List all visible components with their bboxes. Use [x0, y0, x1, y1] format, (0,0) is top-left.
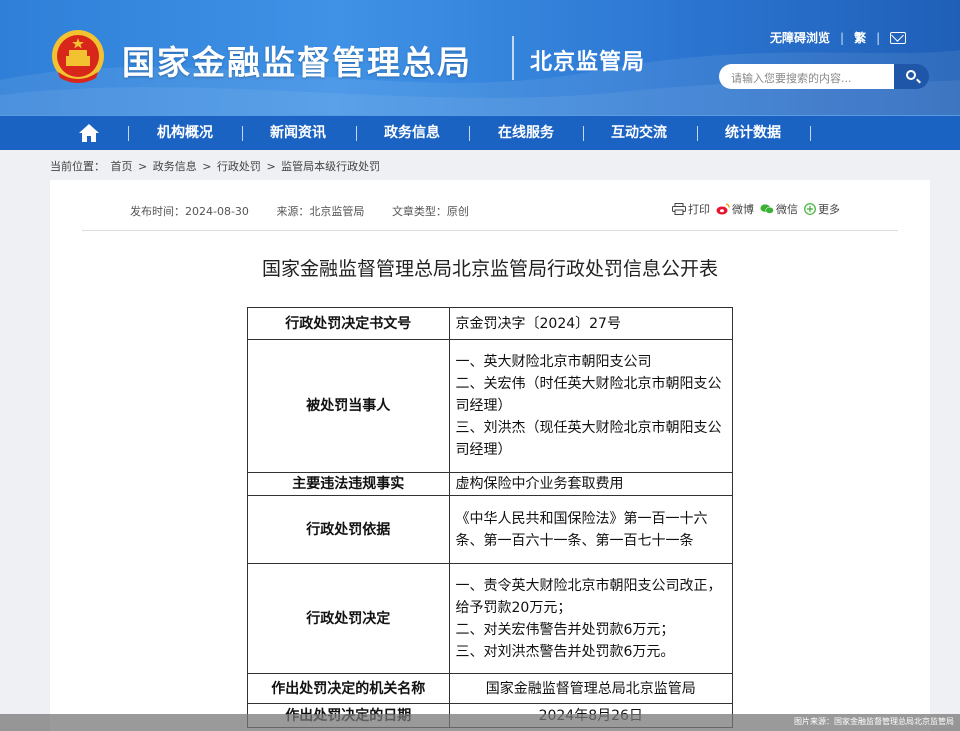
- top-link-separator: |: [840, 30, 845, 45]
- nav-item-interaction[interactable]: 互动交流: [611, 116, 667, 151]
- table-row: 行政处罚决定 一、责令英大财险北京市朝阳支公司改正，给予罚款20万元； 二、对关…: [247, 563, 734, 674]
- image-caption-bar: 图片来源：国家金融监督管理总局北京监管局: [0, 714, 960, 731]
- table-key: 行政处罚决定: [247, 563, 450, 674]
- breadcrumb-prefix: 当前位置：: [50, 160, 105, 173]
- mail-icon[interactable]: [890, 31, 907, 44]
- search-button[interactable]: [894, 64, 929, 89]
- search-icon: [906, 70, 916, 80]
- weibo-icon[interactable]: [716, 203, 730, 215]
- breadcrumb-item[interactable]: 政务信息: [153, 160, 197, 173]
- branch-title[interactable]: 北京监管局: [530, 44, 645, 76]
- nav-separator: [356, 126, 357, 141]
- home-icon[interactable]: [78, 123, 100, 143]
- site-title[interactable]: 国家金融监督管理总局: [122, 36, 472, 84]
- table-row: 作出处罚决定的机关名称 国家金融监督管理总局北京监管局: [247, 673, 734, 704]
- print-link[interactable]: 打印: [688, 201, 710, 217]
- decision-line: 二、对关宏伟警告并处罚款6万元；: [455, 621, 675, 638]
- nav-separator: [810, 126, 811, 141]
- nav-item-about[interactable]: 机构概况: [157, 116, 213, 151]
- table-key: 被处罚当事人: [247, 339, 450, 473]
- breadcrumb-separator: >: [202, 160, 212, 173]
- table-value: 一、英大财险北京市朝阳支公司 二、关宏伟（时任英大财险北京市朝阳支公司经理） 三…: [448, 339, 734, 473]
- table-row: 主要违法违规事实 虚构保险中介业务套取费用: [247, 472, 734, 496]
- breadcrumb-item[interactable]: 监管局本级行政处罚: [281, 160, 380, 173]
- table-value: 《中华人民共和国保险法》第一百一十六条、第一百六十一条、第一百七十一条: [448, 495, 734, 564]
- article-meta: 发布时间：2024-08-30 来源：北京监管局 文章类型：原创: [130, 203, 493, 219]
- nav-item-statistics[interactable]: 统计数据: [725, 116, 781, 151]
- nav-item-government-info[interactable]: 政务信息: [384, 116, 440, 151]
- table-value: 国家金融监督管理总局北京监管局: [448, 673, 734, 704]
- breadcrumb: 当前位置： 首页 > 政务信息 > 行政处罚 > 监管局本级行政处罚: [50, 158, 382, 174]
- page-title: 国家金融监督管理总局北京监管局行政处罚信息公开表: [261, 258, 718, 280]
- nav-separator: [242, 126, 243, 141]
- image-caption: 图片来源：国家金融监督管理总局北京监管局: [794, 717, 954, 726]
- article-source: 来源：北京监管局: [276, 205, 365, 218]
- meta-divider: [82, 230, 898, 231]
- breadcrumb-item[interactable]: 行政处罚: [217, 160, 261, 173]
- decision-line: 一、责令英大财险北京市朝阳支公司改正，给予罚款20万元；: [455, 577, 722, 616]
- table-key: 行政处罚依据: [247, 495, 450, 564]
- table-key: 主要违法违规事实: [247, 472, 450, 496]
- weibo-link[interactable]: 微博: [732, 201, 754, 217]
- nav-item-online-service[interactable]: 在线服务: [498, 116, 554, 151]
- breadcrumb-separator: >: [266, 160, 276, 173]
- title-divider: [512, 36, 514, 80]
- breadcrumb-separator: >: [138, 160, 148, 173]
- nav-separator: [697, 126, 698, 141]
- table-value: 虚构保险中介业务套取费用: [448, 472, 734, 496]
- table-row: 被处罚当事人 一、英大财险北京市朝阳支公司 二、关宏伟（时任英大财险北京市朝阳支…: [247, 339, 734, 473]
- party-line: 一、英大财险北京市朝阳支公司: [455, 354, 652, 370]
- party-line: 三、刘洪杰（现任英大财险北京市朝阳支公司经理）: [455, 420, 722, 458]
- article-content: 发布时间：2024-08-30 来源：北京监管局 文章类型：原创 打印 微博 微…: [50, 180, 930, 731]
- nav-item-news[interactable]: 新闻资讯: [270, 116, 326, 151]
- nav-separator: [583, 126, 584, 141]
- wechat-link[interactable]: 微信: [776, 201, 798, 217]
- print-icon[interactable]: [672, 203, 686, 215]
- search-input[interactable]: 请输入您要搜索的内容...: [719, 64, 894, 89]
- table-value: 一、责令英大财险北京市朝阳支公司改正，给予罚款20万元； 二、对关宏伟警告并处罚…: [448, 563, 734, 674]
- breadcrumb-item[interactable]: 首页: [111, 160, 133, 173]
- table-value: 京金罚决字〔2024〕27号: [448, 307, 734, 340]
- more-share-link[interactable]: 更多: [818, 201, 840, 217]
- accessibility-link[interactable]: 无障碍浏览: [770, 29, 830, 46]
- plus-circle-icon[interactable]: [804, 203, 816, 215]
- party-line: 二、关宏伟（时任英大财险北京市朝阳支公司经理）: [455, 376, 722, 414]
- traditional-chinese-link[interactable]: 繁: [854, 29, 866, 46]
- decision-line: 三、对刘洪杰警告并处罚款6万元。: [455, 643, 675, 660]
- table-key: 作出处罚决定的机关名称: [247, 673, 450, 704]
- table-row: 行政处罚决定书文号 京金罚决字〔2024〕27号: [247, 307, 734, 340]
- table-row: 行政处罚依据 《中华人民共和国保险法》第一百一十六条、第一百六十一条、第一百七十…: [247, 495, 734, 564]
- top-link-separator: |: [876, 30, 881, 45]
- site-header: 国家金融监督管理总局 北京监管局 无障碍浏览 | 繁 | 请输入您要搜索的内容.…: [0, 0, 960, 115]
- penalty-info-table: 行政处罚决定书文号 京金罚决字〔2024〕27号 被处罚当事人 一、英大财险北京…: [247, 307, 734, 728]
- national-emblem-icon: [52, 30, 104, 83]
- nav-separator: [469, 126, 470, 141]
- article-type: 文章类型：原创: [391, 205, 469, 218]
- wechat-icon[interactable]: [760, 203, 774, 215]
- top-links: 无障碍浏览 | 繁 |: [770, 29, 907, 46]
- nav-separator: [128, 126, 129, 141]
- share-bar: 打印 微博 微信 更多: [666, 201, 840, 217]
- table-key: 行政处罚决定书文号: [247, 307, 450, 340]
- publish-time: 发布时间：2024-08-30: [130, 205, 249, 218]
- main-nav: 机构概况 新闻资讯 政务信息 在线服务 互动交流 统计数据: [0, 115, 960, 150]
